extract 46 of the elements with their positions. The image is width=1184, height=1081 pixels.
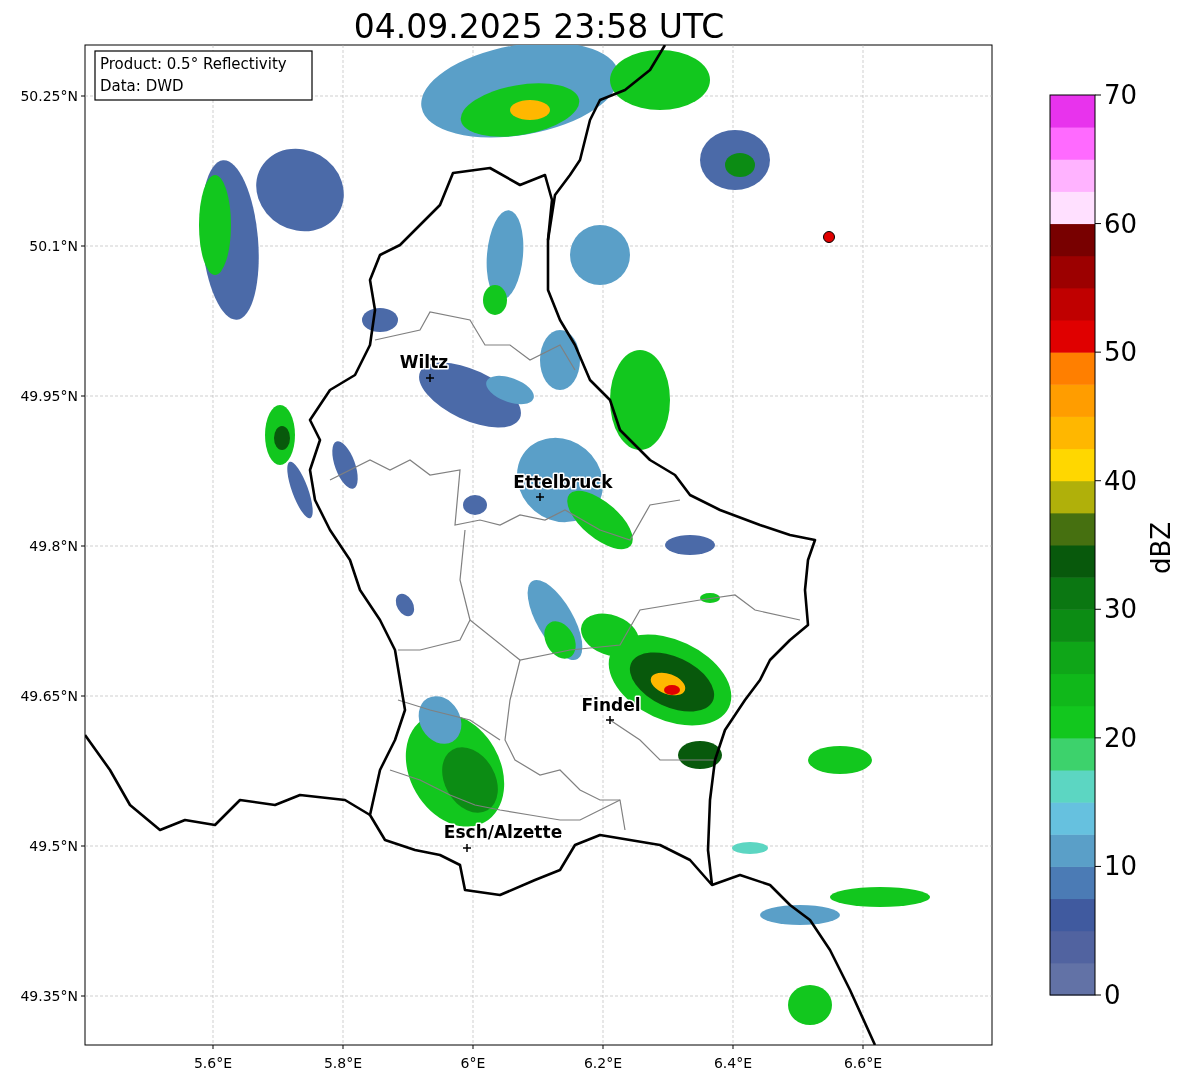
longitude-label: 6.6°E — [843, 1055, 883, 1071]
city-label: Findel — [581, 695, 641, 715]
city-marker-icon — [535, 492, 545, 502]
colorbar-tick-label: 50 — [1104, 337, 1138, 368]
city-marker-icon — [462, 843, 472, 853]
radar-echo — [808, 746, 872, 774]
colorbar-tick-label: 40 — [1104, 465, 1138, 496]
radar-echo — [463, 495, 487, 515]
city-label: Wiltz — [399, 352, 449, 372]
latitude-label: 49.5°N — [29, 838, 78, 854]
radar-echo — [395, 593, 415, 617]
city-marker-icon — [425, 373, 435, 383]
radar-echo — [732, 842, 768, 854]
station-marker-icon — [823, 231, 835, 243]
city-label: Esch/Alzette — [443, 822, 563, 842]
latitude-label: 49.95°N — [20, 388, 78, 404]
radar-echo — [287, 461, 313, 519]
colorbar-tick-label: 70 — [1104, 80, 1138, 110]
longitude-label: 6.2°E — [583, 1055, 623, 1071]
radar-echo — [700, 593, 720, 603]
colorbar-tick-label: 0 — [1104, 980, 1121, 1010]
radar-echo — [570, 225, 630, 285]
chart-title: 04.09.2025 23:58 UTC — [353, 7, 725, 46]
colorbar-tick-label: 20 — [1104, 722, 1138, 753]
latitude-label: 49.65°N — [20, 688, 78, 704]
longitude-label: 5.8°E — [323, 1055, 363, 1071]
city-marker-icon — [605, 715, 615, 725]
radar-echo — [332, 441, 358, 489]
latitude-label: 50.1°N — [29, 238, 78, 254]
colorbar-tick-label: 10 — [1104, 851, 1138, 882]
radar-echo — [788, 985, 832, 1025]
longitude-label: 5.6°E — [193, 1055, 233, 1071]
colorbar-axis-label: dBZ — [1146, 521, 1176, 575]
radar-echo — [540, 330, 580, 390]
latitude-label: 49.35°N — [20, 988, 78, 1004]
colorbar-tick-label: 30 — [1104, 594, 1138, 625]
radar-echo — [678, 741, 722, 769]
latitude-label: 49.8°N — [29, 538, 78, 554]
longitude-label: 6°E — [460, 1055, 486, 1071]
latitude-label: 50.25°N — [20, 88, 78, 104]
info-text: Data: DWD — [100, 77, 184, 95]
radar-echo — [665, 535, 715, 555]
radar-echo — [362, 308, 398, 332]
info-text: Product: 0.5° Reflectivity — [100, 55, 287, 73]
colorbar-tick-label: 60 — [1104, 208, 1138, 239]
longitude-label: 6.4°E — [713, 1055, 753, 1071]
